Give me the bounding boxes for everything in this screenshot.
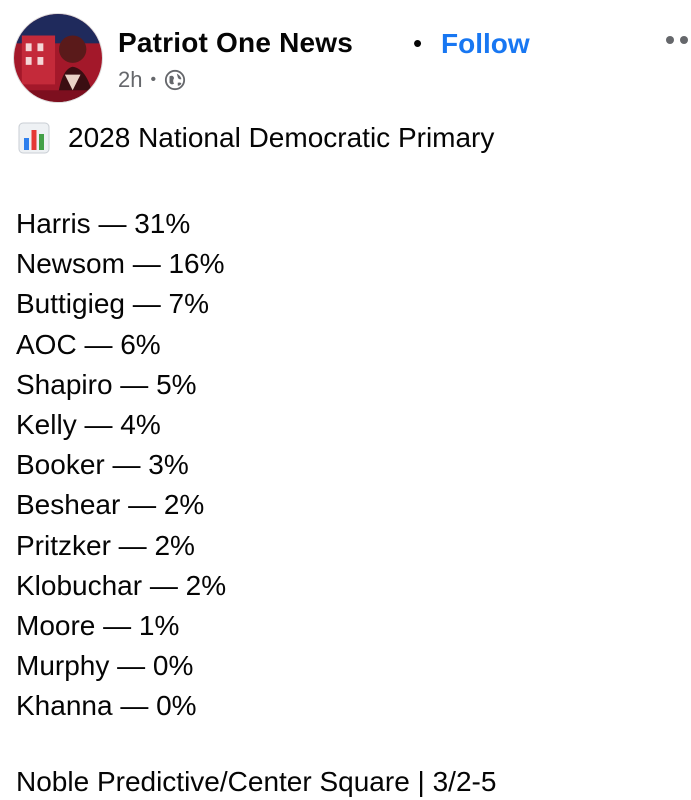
page-avatar[interactable] bbox=[13, 13, 103, 103]
list-item: Harris — 31% bbox=[16, 208, 191, 239]
list-item: AOC — 6% bbox=[16, 328, 161, 360]
list-item: Kelly — 4% bbox=[16, 408, 161, 440]
list-item: Buttigieg — 7% bbox=[16, 288, 209, 320]
header-separator: • bbox=[413, 28, 423, 58]
poll-results-list: Harris — 31% Newsom — 16% Buttigieg — 7%… bbox=[16, 204, 226, 726]
list-item: Booker — 3% bbox=[16, 449, 189, 481]
list-item: Newsom — 16% bbox=[16, 248, 225, 280]
bar-chart-emoji-icon bbox=[18, 122, 50, 154]
list-item: Beshear — 2% bbox=[16, 489, 205, 521]
globe-icon[interactable] bbox=[164, 69, 186, 91]
page-name[interactable]: Patriot One News bbox=[118, 27, 353, 59]
follow-button[interactable]: Follow bbox=[441, 28, 530, 60]
post-time[interactable]: 2h bbox=[118, 67, 142, 93]
more-options-icon[interactable] bbox=[666, 36, 691, 46]
list-item: Murphy — 0% bbox=[16, 650, 194, 682]
list-item: Khanna — 0% bbox=[16, 690, 197, 722]
post-meta: 2h • bbox=[118, 67, 186, 93]
list-item: Pritzker — 2% bbox=[16, 529, 195, 561]
more-dot bbox=[680, 36, 688, 44]
post-title-line: 2028 National Democratic Primary bbox=[18, 122, 494, 154]
post-title: 2028 National Democratic Primary bbox=[68, 122, 495, 153]
list-item: Shapiro — 5% bbox=[16, 368, 197, 400]
patriot-one-news-avatar-icon bbox=[14, 14, 102, 102]
list-item: Klobuchar — 2% bbox=[16, 569, 227, 601]
poll-source: Noble Predictive/Center Square | 3/2-5 bbox=[16, 766, 497, 797]
list-item: Moore — 1% bbox=[16, 609, 180, 641]
more-dot bbox=[666, 36, 674, 44]
meta-separator: • bbox=[150, 71, 157, 88]
facebook-post: Patriot One News • Follow 2h • 2028 Nati… bbox=[0, 0, 691, 800]
